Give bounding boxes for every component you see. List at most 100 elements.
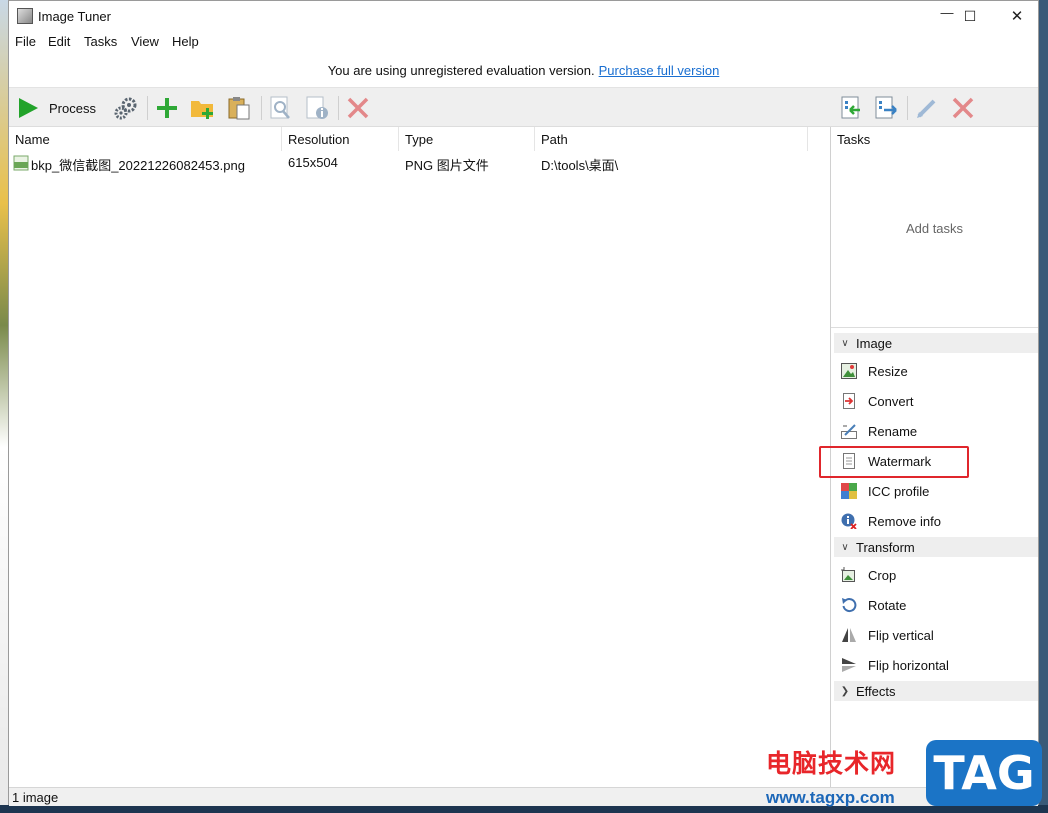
tasks-header: Tasks [837,132,871,147]
settings-button[interactable] [113,94,139,122]
pencil-icon [917,99,936,118]
group-header-transform[interactable]: ∨ Transform [834,537,1038,557]
resolution-cell: 615x504 [288,155,338,170]
path-cell: D:\tools\桌面\ [541,158,619,173]
remove-x-icon [952,97,974,119]
desktop-background [0,0,8,813]
menu-tasks[interactable]: Tasks [84,34,117,49]
toolbar-separator [907,96,908,120]
gears-icon [114,97,137,120]
task-convert[interactable]: Convert [841,389,914,413]
chevron-right-icon: ❯ [840,685,850,697]
task-rename[interactable]: Rename [841,419,917,443]
task-label: Convert [868,393,914,409]
remove-info-icon [841,513,857,529]
column-header-resolution[interactable]: Resolution [282,127,399,151]
purchase-link[interactable]: Purchase full version [599,63,720,78]
flip-horizontal-icon [841,657,857,673]
task-label: Flip horizontal [868,657,949,673]
flip-vertical-icon [841,627,857,643]
chevron-down-icon: ∨ [841,337,849,349]
toolbar-separator [147,96,148,120]
file-list[interactable]: Name Resolution Type Path bkp_微信截图_20221… [9,127,830,787]
convert-icon [841,393,857,409]
export-tasks-button[interactable] [873,94,899,122]
evaluation-banner: You are using unregistered evaluation ve… [9,53,1038,87]
status-text: 1 image [12,790,59,805]
crop-icon [841,567,857,583]
divider [831,327,1038,328]
column-header-type[interactable]: Type [399,127,535,151]
edit-task-button[interactable] [915,94,939,122]
group-label: Transform [856,539,915,555]
column-header-name[interactable]: Name [9,127,282,151]
task-label: Flip vertical [868,627,934,643]
import-icon [841,96,860,119]
png-file-icon [13,155,29,171]
add-files-button[interactable] [155,94,179,122]
paste-button[interactable] [226,94,252,122]
watermark-tag-logo: TAG [926,740,1042,806]
remove-x-icon [347,97,369,119]
app-window: Image Tuner — ☐ ✕ File Edit Tasks View H… [8,0,1039,806]
banner-text: You are using unregistered evaluation ve… [327,62,595,78]
info-icon [306,96,328,119]
play-icon [19,98,38,118]
plus-icon [157,98,177,118]
menu-file[interactable]: File [15,34,36,49]
table-row[interactable]: bkp_微信截图_20221226082453.png 615x504 PNG … [9,153,830,173]
close-button[interactable]: ✕ [994,1,1040,31]
group-header-effects[interactable]: ❯ Effects [834,681,1038,701]
task-label: Resize [868,363,908,379]
folder-add-icon [191,101,213,119]
toolbar-separator [261,96,262,120]
group-label: Image [856,335,893,351]
group-header-image[interactable]: ∨ Image [834,333,1038,353]
app-icon [17,8,33,24]
image-info-button[interactable] [304,94,330,122]
column-header-path[interactable]: Path [535,127,808,151]
main-toolbar: Process [9,87,1038,127]
task-remove-info[interactable]: Remove info [841,509,941,533]
task-label: Rename [868,423,918,439]
group-label: Effects [856,683,896,699]
task-label: Remove info [868,513,941,529]
file-name-cell: bkp_微信截图_20221226082453.png [31,158,245,173]
process-button[interactable]: Process [17,94,96,122]
add-folder-button[interactable] [190,94,216,122]
menu-view[interactable]: View [131,34,159,49]
task-resize[interactable]: Resize [841,359,908,383]
preview-icon [270,96,290,119]
delete-task-button[interactable] [951,94,975,122]
rename-icon [841,423,857,439]
process-label: Process [49,100,96,116]
task-label: ICC profile [868,483,930,499]
window-title: Image Tuner [38,9,111,24]
maximize-button[interactable]: ☐ [947,1,993,31]
task-label: Crop [868,567,897,583]
icc-profile-icon [841,483,857,499]
type-cell: PNG 图片文件 [405,158,489,173]
watermark-highlight [819,446,969,478]
task-flip-horizontal[interactable]: Flip horizontal [841,653,949,677]
remove-button[interactable] [346,94,370,122]
export-icon [875,96,897,119]
watermark-url: www.tagxp.com [766,788,895,807]
watermark-text: 电脑技术网 [766,749,897,778]
clipboard-icon [228,97,250,120]
rotate-icon [841,597,857,613]
add-tasks-hint: Add tasks [905,221,964,236]
preview-button[interactable] [268,94,294,122]
task-rotate[interactable]: Rotate [841,593,906,617]
title-bar: Image Tuner — ☐ ✕ [9,1,1038,31]
resize-icon [841,363,857,379]
menu-bar: File Edit Tasks View Help [9,31,1038,53]
task-crop[interactable]: Crop [841,563,896,587]
menu-edit[interactable]: Edit [48,34,70,49]
task-flip-vertical[interactable]: Flip vertical [841,623,934,647]
import-tasks-button[interactable] [837,94,863,122]
menu-help[interactable]: Help [172,34,199,49]
toolbar-separator [338,96,339,120]
task-icc-profile[interactable]: ICC profile [841,479,929,503]
task-label: Rotate [868,597,907,613]
